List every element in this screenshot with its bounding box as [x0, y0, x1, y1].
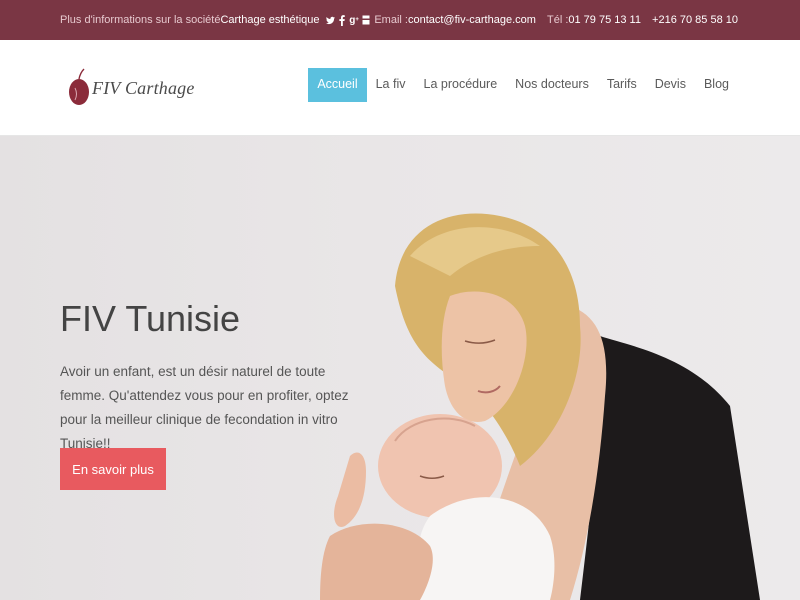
google-plus-icon[interactable]: g +: [349, 15, 359, 26]
top-bar-contact: Email : contact@fiv-carthage.com Tél : 0…: [374, 14, 738, 26]
social-icons: g +: [323, 14, 371, 26]
company-link[interactable]: Carthage esthétique: [220, 14, 319, 26]
hero-section: FIV Tunisie Avoir un enfant, est un dési…: [0, 136, 800, 600]
main-nav: Accueil La fiv La procédure Nos docteurs…: [308, 68, 738, 102]
top-bar: Plus d'informations sur la société Carth…: [0, 0, 800, 40]
nav-item-blog[interactable]: Blog: [695, 68, 738, 102]
nav-item-accueil[interactable]: Accueil: [308, 68, 367, 102]
logo-text: FIV Carthage: [92, 77, 195, 98]
info-text: Plus d'informations sur la société: [60, 14, 221, 26]
hero-title: FIV Tunisie: [60, 298, 241, 339]
logo[interactable]: FIV Carthage: [68, 68, 195, 108]
site-header: FIV Carthage Accueil La fiv La procédure…: [0, 40, 800, 136]
hero-image: [320, 213, 760, 600]
tel-label: Tél :: [546, 14, 569, 26]
twitter-icon[interactable]: [325, 15, 335, 25]
nav-item-tarifs[interactable]: Tarifs: [598, 68, 646, 102]
nav-item-la-procedure[interactable]: La procédure: [415, 68, 507, 102]
email-label: Email :: [374, 14, 408, 26]
hero-text: Avoir un enfant, est un désir naturel de…: [60, 364, 349, 451]
tel-value-2[interactable]: +216 70 85 58 10: [652, 14, 738, 26]
facebook-icon[interactable]: [338, 14, 347, 26]
youtube-icon[interactable]: [362, 15, 371, 25]
logo-icon: [69, 68, 89, 105]
nav-item-devis[interactable]: Devis: [646, 68, 695, 102]
email-link[interactable]: contact@fiv-carthage.com: [408, 14, 536, 26]
nav-item-la-fiv[interactable]: La fiv: [367, 68, 415, 102]
en-savoir-plus-button[interactable]: En savoir plus: [60, 448, 166, 490]
tel-value-1[interactable]: 01 79 75 13 11: [568, 14, 641, 26]
nav-item-nos-docteurs[interactable]: Nos docteurs: [506, 68, 598, 102]
top-bar-info: Plus d'informations sur la société Carth…: [60, 14, 371, 26]
